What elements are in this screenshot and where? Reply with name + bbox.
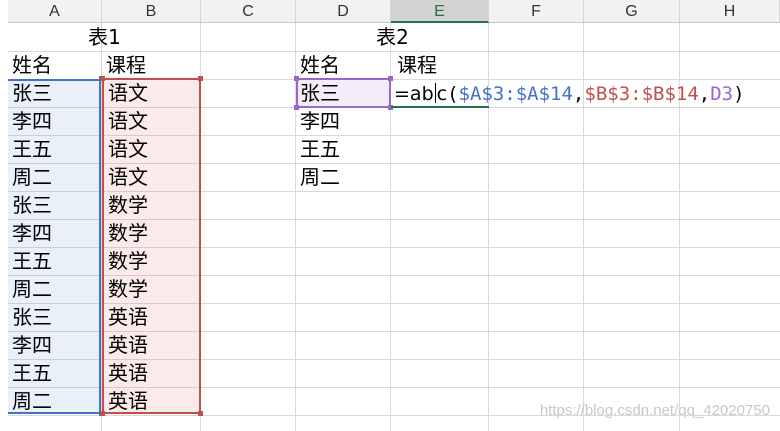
column-header-c[interactable]: C [201, 0, 296, 23]
cell-d4[interactable]: 李四 [297, 107, 340, 135]
column-header-b[interactable]: B [102, 0, 201, 23]
column-header-g[interactable]: G [584, 0, 680, 23]
cell-d5[interactable]: 王五 [297, 135, 340, 163]
cell-a11[interactable]: 张三 [9, 303, 52, 331]
watermark-text: https://blog.csdn.net/qq_42020750 [539, 402, 770, 419]
cell-a5[interactable]: 王五 [9, 135, 52, 163]
formula-function-suffix: c [436, 83, 448, 105]
table2-title[interactable]: 表2 [296, 23, 489, 51]
cell-b8[interactable]: 数学 [105, 219, 148, 247]
column-header-d[interactable]: D [296, 0, 391, 23]
cell-a4[interactable]: 李四 [9, 107, 52, 135]
cell-a9[interactable]: 王五 [9, 247, 52, 275]
cell-b14[interactable]: 英语 [105, 387, 148, 415]
cell-a6[interactable]: 周二 [9, 163, 52, 191]
range-corner-handle[interactable] [198, 411, 203, 416]
cell-b4[interactable]: 语文 [105, 107, 148, 135]
formula-separator: , [698, 83, 711, 105]
cell-e3-formula[interactable]: =ab c($A$3:$A$14,$B$3:$B$14,D3) [394, 80, 745, 108]
formula-close-paren: ) [733, 83, 745, 105]
formula-open-paren: ( [447, 83, 459, 105]
cell-b6[interactable]: 语文 [105, 163, 148, 191]
cell-a13[interactable]: 王五 [9, 359, 52, 387]
cell-a12[interactable]: 李四 [9, 331, 52, 359]
cell-b11[interactable]: 英语 [105, 303, 148, 331]
cell-b9[interactable]: 数学 [105, 247, 148, 275]
table1-title[interactable]: 表1 [8, 23, 201, 51]
column-header-e[interactable]: E [391, 0, 489, 23]
cell-b12[interactable]: 英语 [105, 331, 148, 359]
formula-separator: , [572, 83, 585, 105]
cell-b7[interactable]: 数学 [105, 191, 148, 219]
table2-header-name[interactable]: 姓名 [297, 51, 340, 79]
cell-a14[interactable]: 周二 [9, 387, 52, 415]
column-header-a[interactable]: A [8, 0, 102, 23]
table2-header-course[interactable]: 课程 [394, 51, 437, 79]
cell-b13[interactable]: 英语 [105, 359, 148, 387]
cell-d3[interactable]: 张三 [297, 79, 340, 107]
spreadsheet-grid[interactable]: A B C D E F G H 表1 表2 姓名 课程 张三 李四 王五 周二 [0, 0, 780, 431]
formula-arg-range-a: $A$3:$A$14 [458, 83, 573, 105]
cell-b10[interactable]: 数学 [105, 275, 148, 303]
text-cursor [434, 83, 436, 103]
formula-arg-range-b: $B$3:$B$14 [584, 83, 699, 105]
cell-d6[interactable]: 周二 [297, 163, 340, 191]
table1-header-course[interactable]: 课程 [103, 51, 146, 79]
cell-b3[interactable]: 语文 [105, 79, 148, 107]
cell-a7[interactable]: 张三 [9, 191, 52, 219]
column-header-h[interactable]: H [680, 0, 780, 23]
cell-a10[interactable]: 周二 [9, 275, 52, 303]
cell-b5[interactable]: 语文 [105, 135, 148, 163]
cell-a8[interactable]: 李四 [9, 219, 52, 247]
cell-a3[interactable]: 张三 [9, 79, 52, 107]
range-corner-handle[interactable] [198, 76, 203, 81]
formula-arg-cell-d3: D3 [710, 83, 734, 105]
column-header-f[interactable]: F [489, 0, 584, 23]
formula-function-prefix: =ab [394, 83, 434, 105]
table1-header-name[interactable]: 姓名 [9, 51, 52, 79]
